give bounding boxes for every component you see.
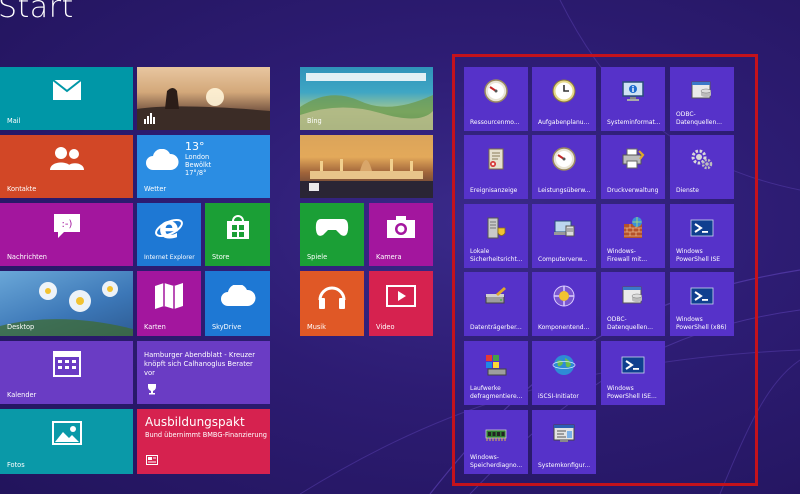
nachrichten-label: Nachrichten (7, 253, 47, 261)
weather-condition: Bewölkt (185, 161, 212, 169)
sport-text: Bund übernimmt BMBG-Finanzierung (145, 431, 267, 439)
desktop-label: Desktop (7, 323, 35, 331)
headphones-icon (317, 282, 347, 314)
fotos-tile[interactable]: Fotos (0, 409, 133, 474)
store-tile[interactable]: Store (205, 203, 270, 266)
musik-label: Musik (307, 323, 326, 331)
nachrichten-tile[interactable]: :-) Nachrichten (0, 203, 133, 266)
people-icon (49, 146, 85, 174)
cloud-icon (145, 148, 179, 175)
photo-icon (51, 421, 82, 449)
kamera-label: Kamera (376, 253, 402, 261)
video-tile[interactable]: Video (369, 271, 433, 336)
chat-smiley-icon: :-) (52, 212, 82, 244)
mail-label: Mail (7, 117, 21, 125)
parliament-photo (300, 159, 433, 198)
kontakte-tile[interactable]: Kontakte (0, 135, 133, 198)
karten-tile[interactable]: Karten (137, 271, 201, 336)
bing-label: Bing (307, 117, 322, 125)
camera-icon (386, 215, 416, 243)
kalender-tile[interactable]: Kalender (0, 341, 133, 404)
start-title: Start (0, 0, 74, 25)
kontakte-label: Kontakte (7, 185, 37, 193)
gamepad-icon (315, 216, 349, 242)
skydrive-tile[interactable]: SkyDrive (205, 271, 270, 336)
weather-tile[interactable]: 13° London Bewölkt 17°/8° Wetter (137, 135, 270, 198)
highlight-box (452, 54, 758, 486)
weather-range: 17°/8° (185, 169, 207, 177)
skydrive-label: SkyDrive (212, 323, 242, 331)
store-label: Store (212, 253, 230, 261)
musik-tile[interactable]: Musik (300, 271, 364, 336)
ie-label: Internet Explorer (144, 254, 195, 261)
video-play-icon (386, 285, 416, 311)
shopping-bag-icon (225, 214, 251, 244)
svg-text::-): :-) (61, 219, 72, 230)
sport-title: Ausbildungspakt (145, 415, 245, 429)
svg-text:e: e (159, 212, 179, 242)
news-tile[interactable]: Hamburger Abendblatt - Kreuzer knöpft si… (137, 341, 270, 404)
wetter-label: Wetter (144, 185, 167, 193)
mail-icon (51, 79, 82, 105)
bing-tile[interactable]: Bing (300, 67, 433, 130)
calendar-icon (52, 351, 81, 381)
spiele-label: Spiele (307, 253, 328, 261)
travel-photo-tile[interactable] (300, 135, 433, 198)
map-icon (154, 282, 184, 314)
karten-label: Karten (144, 323, 166, 331)
fotos-label: Fotos (7, 461, 25, 469)
people-photo-tile[interactable] (137, 67, 270, 130)
kalender-label: Kalender (7, 391, 37, 399)
weather-city: London (185, 153, 210, 161)
video-label: Video (376, 323, 395, 331)
sport-news-tile[interactable]: Ausbildungspakt Bund übernimmt BMBG-Fina… (137, 409, 270, 474)
news-headline: Hamburger Abendblatt - Kreuzer knöpft si… (144, 351, 256, 377)
desktop-tile[interactable]: Desktop (0, 271, 133, 336)
newspaper-icon (146, 450, 158, 469)
ie-tile[interactable]: e Internet Explorer (137, 203, 201, 266)
cloud-icon (220, 284, 256, 311)
mail-tile[interactable]: Mail (0, 67, 133, 130)
internet-explorer-icon: e (154, 211, 184, 246)
trophy-icon (146, 380, 158, 399)
sunset-photo (137, 88, 270, 130)
spiele-tile[interactable]: Spiele (300, 203, 364, 266)
weather-temp: 13° (185, 140, 205, 153)
kamera-tile[interactable]: Kamera (369, 203, 433, 266)
